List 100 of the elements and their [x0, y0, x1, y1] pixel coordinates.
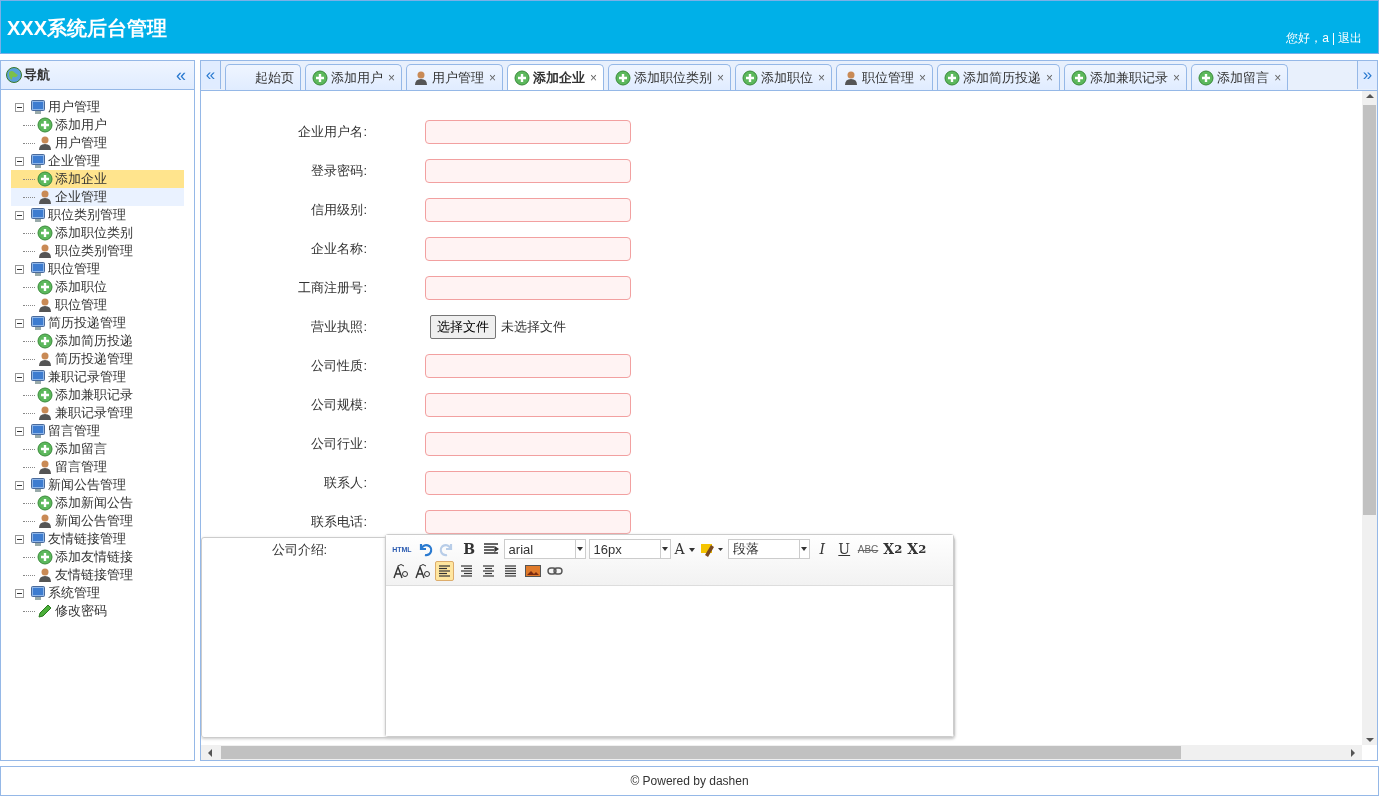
- person-icon: [37, 351, 53, 367]
- tab[interactable]: 添加职位类别 ×: [608, 64, 732, 90]
- toolbar-dropdown[interactable]: arial: [503, 539, 586, 559]
- plus-icon: [514, 70, 531, 86]
- close-icon[interactable]: ×: [1274, 70, 1282, 85]
- tree-group[interactable]: 系统管理: [48, 584, 100, 602]
- close-icon[interactable]: ×: [818, 70, 826, 85]
- choose-file-button[interactable]: 选择文件: [430, 314, 496, 339]
- tree-group[interactable]: 新闻公告管理: [48, 476, 126, 494]
- toggle-icon[interactable]: [15, 102, 24, 112]
- case-icon[interactable]: [413, 561, 433, 581]
- tree-item[interactable]: 兼职记录管理: [11, 404, 184, 422]
- tree-item[interactable]: 企业管理: [11, 188, 184, 206]
- tree-item[interactable]: 添加新闻公告: [11, 494, 184, 512]
- format-button[interactable]: B: [459, 539, 479, 559]
- close-icon[interactable]: ×: [590, 71, 598, 85]
- tree-item[interactable]: 修改密码: [11, 602, 184, 620]
- footer-text: © Powered by dashen: [630, 774, 749, 788]
- collapse-button[interactable]: «: [174, 66, 188, 84]
- toggle-icon[interactable]: [15, 318, 24, 328]
- close-icon[interactable]: ×: [1173, 70, 1181, 85]
- plus-icon: [37, 279, 53, 295]
- tree-item[interactable]: 添加友情链接: [11, 548, 184, 566]
- align-right-icon: [459, 564, 474, 578]
- plus-icon: [944, 69, 961, 86]
- input-field[interactable]: [425, 470, 631, 495]
- close-icon[interactable]: ×: [919, 70, 927, 85]
- toggle-icon[interactable]: [15, 534, 24, 544]
- tab[interactable]: 添加职位 ×: [735, 64, 833, 90]
- tree-item[interactable]: 添加职位类别: [11, 224, 184, 242]
- horizontal-scrollbar[interactable]: [201, 745, 1362, 760]
- input-field[interactable]: [425, 275, 631, 300]
- tree-group[interactable]: 用户管理: [48, 98, 100, 116]
- toolbar-dropdown[interactable]: 段落: [727, 539, 810, 559]
- tree-group[interactable]: 简历投递管理: [48, 314, 126, 332]
- tab[interactable]: 添加留言 ×: [1191, 64, 1289, 90]
- tab[interactable]: 添加兼职记录 ×: [1064, 64, 1188, 90]
- tab-scroll-right-button[interactable]: »: [1357, 61, 1377, 89]
- tree-item[interactable]: 添加企业: [11, 170, 184, 188]
- field-label: 公司行业:: [310, 434, 367, 453]
- tree-group[interactable]: 职位类别管理: [48, 206, 126, 224]
- align-left-icon: [437, 564, 452, 578]
- italic-button[interactable]: I: [812, 539, 832, 559]
- close-icon[interactable]: ×: [388, 70, 395, 85]
- input-field[interactable]: [425, 119, 631, 144]
- toggle-icon[interactable]: [15, 426, 24, 436]
- tree-group[interactable]: 兼职记录管理: [48, 368, 126, 386]
- toggle-icon[interactable]: [15, 264, 24, 274]
- input-field[interactable]: [425, 431, 631, 456]
- tree-item[interactable]: 新闻公告管理: [11, 512, 184, 530]
- close-icon[interactable]: ×: [489, 70, 497, 85]
- input-field[interactable]: [425, 158, 631, 183]
- align-left-button[interactable]: [435, 561, 455, 581]
- tab[interactable]: 添加企业 ×: [507, 64, 605, 90]
- field-label: 信用级别:: [310, 200, 367, 219]
- tree-item[interactable]: 添加兼职记录: [11, 386, 184, 404]
- toggle-icon[interactable]: [15, 372, 24, 382]
- person-icon: [37, 513, 53, 529]
- tree-item[interactable]: 添加职位: [11, 278, 184, 296]
- tree-item[interactable]: 留言管理: [11, 458, 184, 476]
- person-icon: [413, 69, 429, 86]
- tab-scroll-left-button[interactable]: «: [201, 61, 221, 89]
- underline-button[interactable]: U: [834, 539, 854, 559]
- tree-item[interactable]: 添加简历投递: [11, 332, 184, 350]
- input-field[interactable]: [425, 197, 631, 222]
- tab[interactable]: 用户管理 ×: [406, 64, 504, 90]
- toggle-icon[interactable]: [15, 588, 24, 598]
- input-field[interactable]: [425, 509, 631, 534]
- field-label: 营业执照:: [310, 317, 367, 336]
- tree-item[interactable]: 简历投递管理: [11, 350, 184, 368]
- input-field[interactable]: [425, 236, 631, 261]
- tree-group[interactable]: 职位管理: [48, 260, 100, 278]
- tree-group[interactable]: 留言管理: [48, 422, 100, 440]
- close-icon[interactable]: ×: [1046, 70, 1054, 85]
- tree-item[interactable]: 用户管理: [11, 134, 184, 152]
- tree-group[interactable]: 企业管理: [48, 152, 100, 170]
- tree-item[interactable]: 添加用户: [11, 116, 184, 134]
- tree-item[interactable]: 添加留言: [11, 440, 184, 458]
- tab[interactable]: 起始页: [225, 64, 301, 90]
- toggle-icon[interactable]: [15, 156, 24, 166]
- tree-item[interactable]: 职位类别管理: [11, 242, 184, 260]
- strikethrough-button[interactable]: ABC: [856, 539, 880, 559]
- input-field[interactable]: [425, 353, 631, 378]
- input-field[interactable]: [425, 392, 631, 417]
- vertical-scrollbar[interactable]: [1362, 91, 1377, 745]
- tree-item[interactable]: 职位管理: [11, 296, 184, 314]
- tab[interactable]: 添加简历投递 ×: [937, 64, 1061, 90]
- toggle-icon[interactable]: [15, 210, 24, 220]
- field-label: 公司介绍:: [270, 541, 328, 559]
- font-color-button[interactable]: A: [673, 539, 696, 559]
- tree-item[interactable]: 友情链接管理: [11, 566, 184, 584]
- image-icon: [524, 565, 541, 577]
- plus-icon: [37, 333, 53, 349]
- tab[interactable]: 职位管理 ×: [836, 64, 934, 90]
- tree-group[interactable]: 友情链接管理: [48, 530, 126, 548]
- tab[interactable]: 添加用户 ×: [305, 64, 402, 90]
- toolbar-dropdown[interactable]: 16px: [588, 539, 671, 559]
- close-icon[interactable]: ×: [717, 70, 725, 85]
- toggle-icon[interactable]: [15, 480, 24, 490]
- case-icon[interactable]: [391, 561, 411, 581]
